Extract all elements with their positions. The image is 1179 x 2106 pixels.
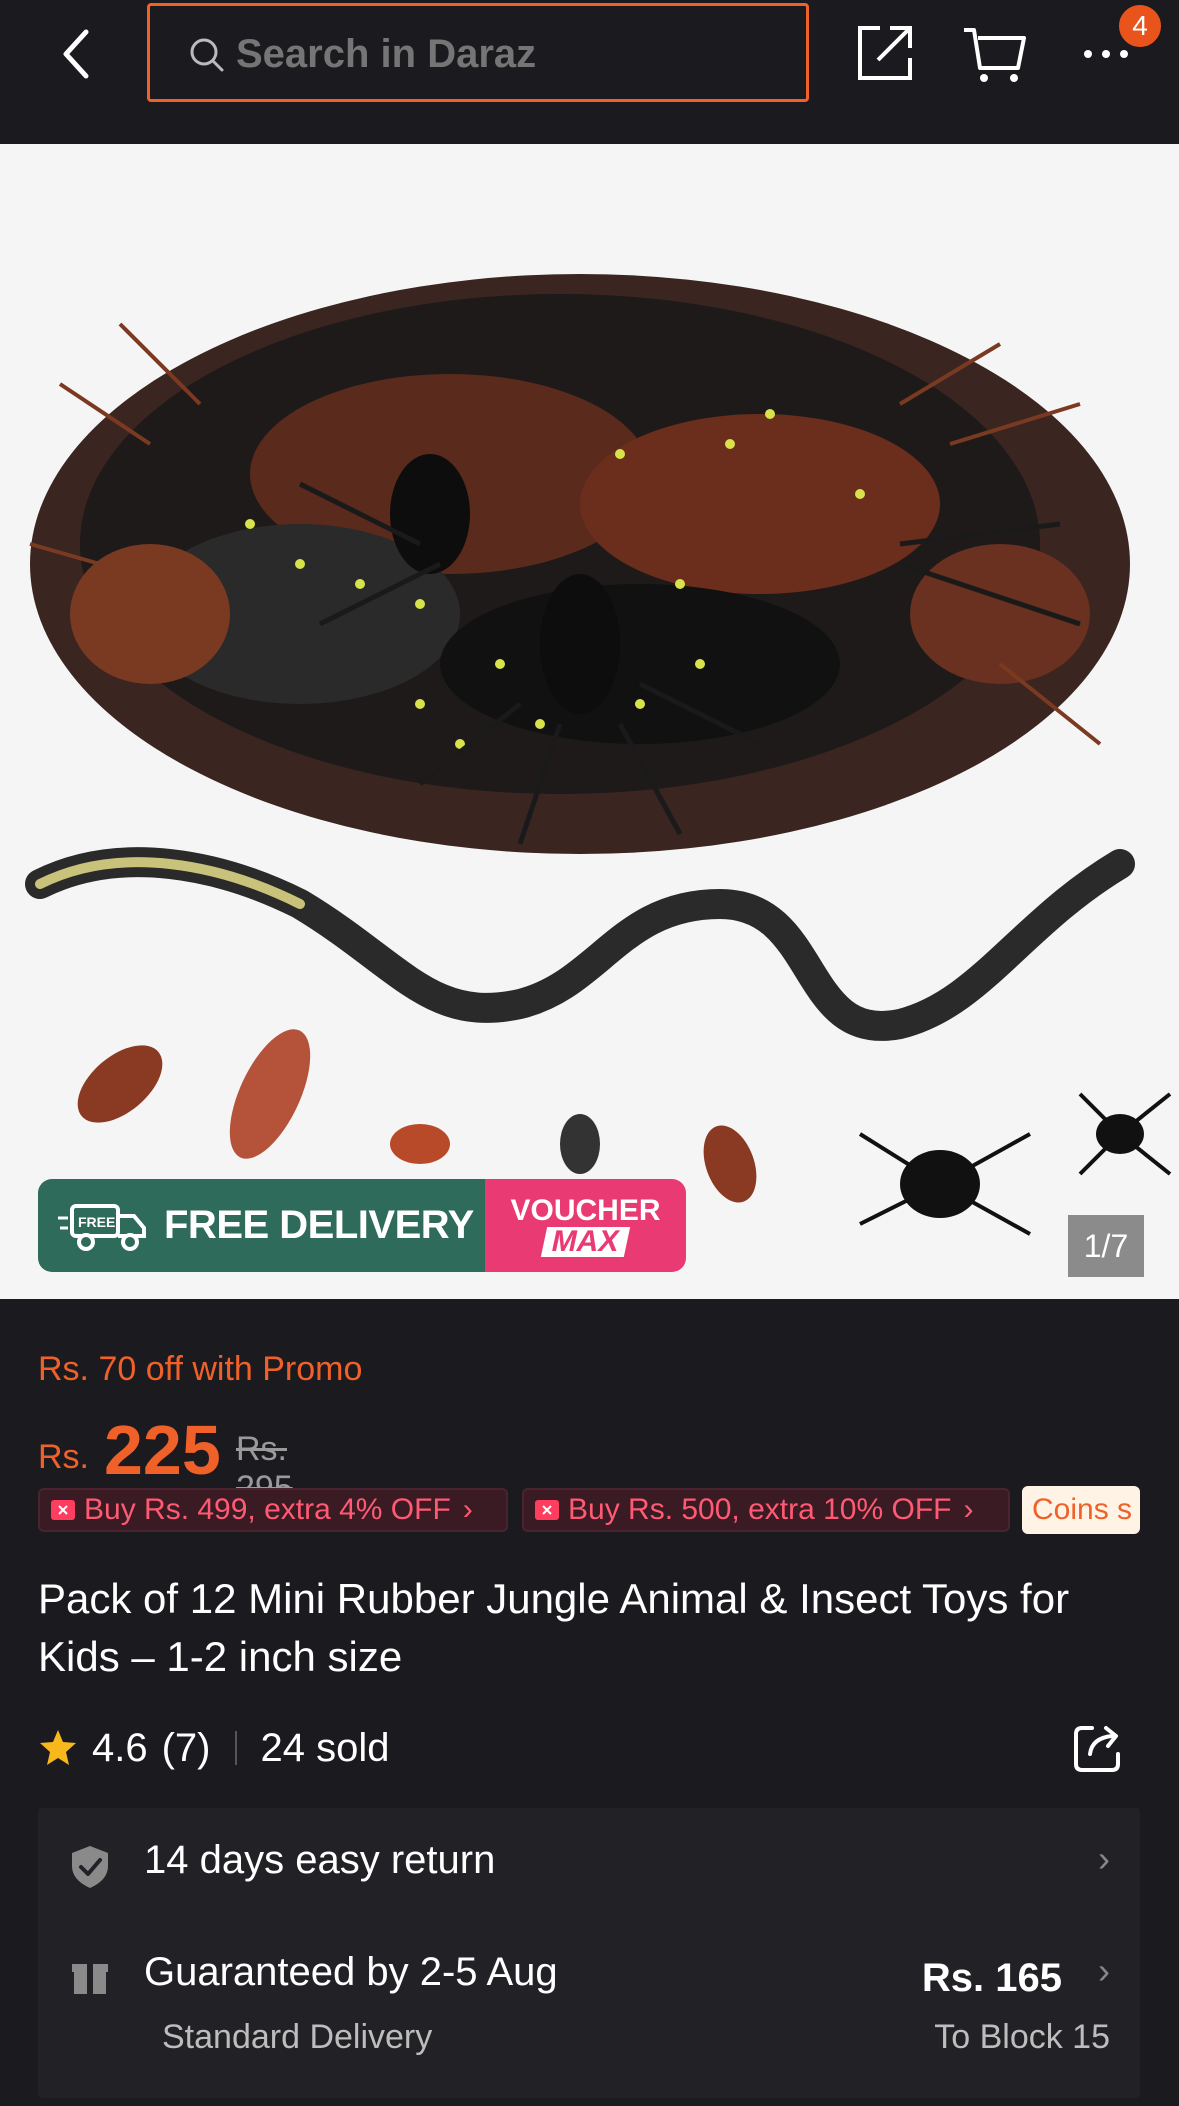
promo-text[interactable]: Rs. 70 off with Promo — [38, 1350, 362, 1389]
chevron-right-icon: › — [462, 1493, 473, 1526]
offer-chip[interactable]: Buy Rs. 499, extra 4% OFF › — [38, 1488, 508, 1532]
search-bar[interactable] — [147, 3, 809, 102]
offer-label: Buy Rs. 500, extra 10% OFF — [568, 1493, 952, 1526]
offer-label: Buy Rs. 499, extra 4% OFF — [84, 1493, 451, 1526]
current-price: 225 — [104, 1411, 221, 1489]
chevron-right-icon: › — [1098, 1838, 1110, 1879]
coins-chip[interactable]: Coins s — [1022, 1486, 1140, 1534]
rating-count: (7) — [161, 1725, 211, 1770]
divider — [234, 1731, 237, 1765]
shield-check-icon — [72, 1846, 108, 1888]
price-currency: Rs. — [38, 1438, 89, 1476]
delivery-location: To Block 15 — [934, 2018, 1110, 2056]
service-card: 14 days easy return › Guaranteed by 2-5 … — [38, 1808, 1140, 2098]
voucher-ticket-icon — [535, 1500, 559, 1520]
chevron-right-icon: › — [1098, 1950, 1110, 1991]
top-navigation-bar: 4 — [0, 0, 1179, 144]
search-input[interactable] — [236, 32, 776, 77]
search-icon — [190, 38, 224, 72]
cart-count-badge: 4 — [1116, 2, 1164, 50]
delivery-type: Standard Delivery — [162, 2018, 433, 2056]
delivery-row[interactable]: Guaranteed by 2-5 Aug Standard Delivery … — [38, 1920, 1140, 2098]
truck-free-text: FREE — [78, 1214, 115, 1230]
free-delivery-text: FREE DELIVERY — [164, 1203, 474, 1247]
cart-icon[interactable] — [960, 20, 1028, 86]
offer-chip[interactable]: Buy Rs. 500, extra 10% OFF › — [522, 1488, 1010, 1532]
voucher-text: VOUCHER — [510, 1193, 661, 1227]
product-image — [0, 144, 1179, 1299]
delivery-guarantee-text: Guaranteed by 2-5 Aug — [144, 1950, 558, 1994]
product-title: Pack of 12 Mini Rubber Jungle Animal & I… — [38, 1575, 1070, 1680]
free-delivery-label: FREE FREE DELIVERY — [38, 1179, 485, 1272]
star-icon — [40, 1730, 76, 1765]
chevron-right-icon: › — [963, 1493, 974, 1526]
voucher-ticket-icon — [51, 1500, 75, 1520]
rating-row[interactable]: 4.6 (7) 24 sold — [38, 1720, 389, 1776]
share-product-icon[interactable] — [1070, 1720, 1126, 1776]
rating-value: 4.6 — [92, 1725, 148, 1770]
return-policy-row[interactable]: 14 days easy return › — [38, 1808, 1140, 1920]
delivery-box-icon — [72, 1964, 108, 1994]
delivery-truck-icon: FREE — [58, 1203, 146, 1251]
product-image-gallery[interactable]: FREE FREE DELIVERY VOUCHER MAX 1/7 — [0, 144, 1179, 1299]
image-page-indicator: 1/7 — [1068, 1215, 1144, 1277]
back-arrow-icon[interactable] — [52, 24, 102, 84]
max-text: MAX — [540, 1225, 631, 1258]
return-policy-text: 14 days easy return — [144, 1838, 496, 1882]
delivery-fee: Rs. 165 — [921, 1956, 1062, 2000]
sold-count: 24 sold — [260, 1725, 390, 1770]
free-delivery-voucher-banner: FREE FREE DELIVERY VOUCHER MAX — [38, 1179, 686, 1272]
voucher-max-label: VOUCHER MAX — [485, 1179, 686, 1272]
share-icon[interactable] — [852, 20, 918, 86]
